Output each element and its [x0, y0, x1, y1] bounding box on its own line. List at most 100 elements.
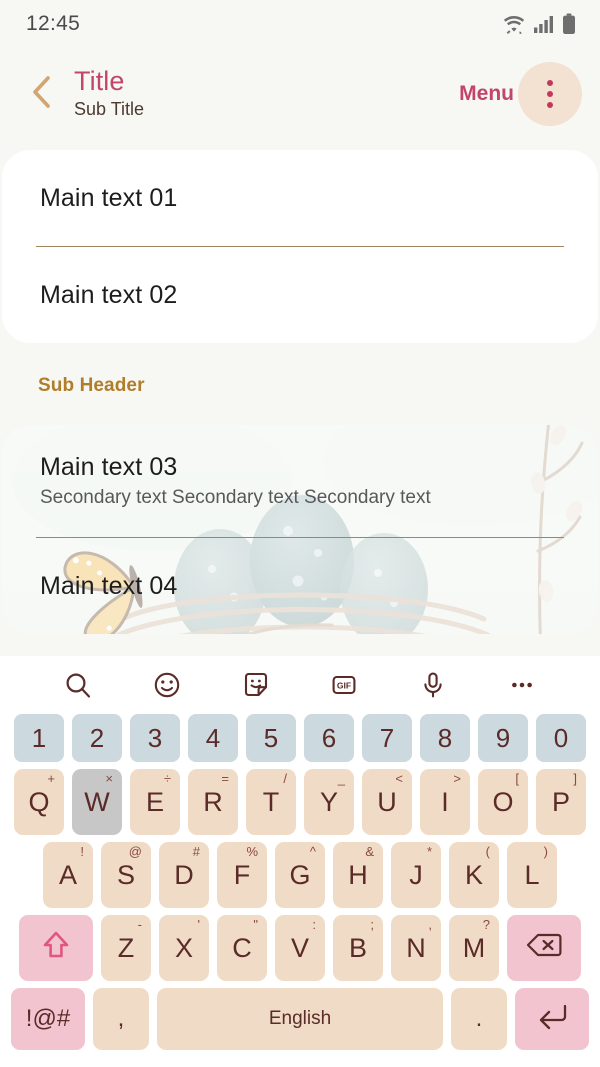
status-bar: 12:45 — [0, 0, 600, 48]
key-7[interactable]: 7 — [362, 714, 412, 762]
backspace-key[interactable] — [507, 915, 581, 981]
key-5[interactable]: 5 — [246, 714, 296, 762]
key-x[interactable]: ' X — [159, 915, 209, 981]
key-y-label: Y — [319, 786, 338, 817]
search-icon[interactable] — [34, 656, 123, 714]
key-9[interactable]: 9 — [478, 714, 528, 762]
key-8[interactable]: 8 — [420, 714, 470, 762]
key-f[interactable]: % F — [217, 842, 267, 908]
list-item-subtitle: Secondary text Secondary text Secondary … — [40, 487, 431, 509]
key-j-label: J — [409, 859, 423, 890]
key-v-symbol: : — [312, 917, 316, 932]
app-bar: Title Sub Title Menu — [0, 48, 600, 140]
key-a-label: A — [58, 859, 77, 890]
key-1[interactable]: 1 — [14, 714, 64, 762]
svg-text:GIF: GIF — [337, 681, 351, 691]
key-i-symbol: > — [453, 771, 461, 786]
key-c[interactable]: " C — [217, 915, 267, 981]
shift-arrow-up-icon — [39, 928, 73, 969]
keyboard-row-qwerty: + Q × W ÷ E = R / T _ Y < U > I [O] P — [5, 769, 595, 835]
keyboard-row-zxcv: - Z ' X " C : V ; B , N ? M — [5, 915, 595, 981]
key-m-symbol: ? — [482, 917, 490, 932]
period-key[interactable]: . — [451, 988, 507, 1050]
key-o[interactable]: [ O — [478, 769, 528, 835]
overflow-menu-button[interactable] — [518, 62, 582, 126]
key-d-symbol: # — [192, 844, 200, 859]
emoji-icon[interactable] — [123, 656, 212, 714]
key-u-label: U — [377, 786, 397, 817]
key-p-label: P — [551, 786, 570, 817]
key-q[interactable]: + Q — [14, 769, 64, 835]
list-item-title: Main text 03 — [40, 453, 178, 482]
key-y-symbol: _ — [337, 771, 345, 786]
key-d[interactable]: # D — [159, 842, 209, 908]
key-a-symbol: ! — [80, 844, 84, 859]
key-6[interactable]: 6 — [304, 714, 354, 762]
battery-icon — [562, 13, 576, 35]
list-item[interactable]: Main text 01 — [2, 150, 598, 246]
enter-key[interactable] — [515, 988, 589, 1050]
key-z-label: Z — [117, 932, 135, 963]
key-e-label: E — [145, 786, 164, 817]
space-key[interactable]: English — [157, 988, 443, 1050]
key-v-label: V — [290, 932, 309, 963]
cellular-signal-icon — [533, 14, 555, 34]
key-i[interactable]: > I — [420, 769, 470, 835]
key-r[interactable]: = R — [188, 769, 238, 835]
comma-key[interactable]: , — [93, 988, 149, 1050]
list-item[interactable]: Main text 04 — [2, 538, 598, 634]
shift-key[interactable] — [19, 915, 93, 981]
key-2[interactable]: 2 — [72, 714, 122, 762]
list-item[interactable]: Main text 02 — [2, 247, 598, 343]
app-bar-actions: Menu — [459, 62, 582, 126]
key-u[interactable]: < U — [362, 769, 412, 835]
key-l[interactable]: ) L — [507, 842, 557, 908]
key-c-label: C — [232, 932, 252, 963]
card-two: Main text 03 Secondary text Secondary te… — [2, 425, 598, 634]
more-vertical-icon — [547, 80, 553, 108]
key-j[interactable]: * J — [391, 842, 441, 908]
key-k[interactable]: ( K — [449, 842, 499, 908]
sub-header: Sub Header — [38, 375, 145, 396]
list-item-title: Main text 02 — [40, 281, 178, 309]
key-m[interactable]: ? M — [449, 915, 499, 981]
key-h[interactable]: & H — [333, 842, 383, 908]
enter-return-icon — [534, 1001, 570, 1038]
app-bar-titles: Title Sub Title — [74, 67, 144, 121]
sticker-icon[interactable] — [211, 656, 300, 714]
key-e[interactable]: ÷ E — [130, 769, 180, 835]
key-g[interactable]: ^ G — [275, 842, 325, 908]
key-v[interactable]: : V — [275, 915, 325, 981]
key-n[interactable]: , N — [391, 915, 441, 981]
key-u-symbol: < — [395, 771, 403, 786]
menu-button[interactable]: Menu — [459, 82, 514, 106]
key-r-label: R — [203, 786, 223, 817]
key-x-label: X — [174, 932, 193, 963]
back-button[interactable] — [22, 71, 62, 117]
key-0[interactable]: 0 — [536, 714, 586, 762]
keyboard-toolbar: GIF — [0, 656, 600, 714]
more-horizontal-icon[interactable] — [477, 656, 566, 714]
key-t-symbol: / — [283, 771, 287, 786]
key-y[interactable]: _ Y — [304, 769, 354, 835]
key-p-symbol: ] — [573, 771, 577, 786]
key-c-symbol: " — [253, 917, 258, 932]
key-q-symbol: + — [47, 771, 55, 786]
key-r-symbol: = — [221, 771, 229, 786]
key-3[interactable]: 3 — [130, 714, 180, 762]
key-t[interactable]: / T — [246, 769, 296, 835]
microphone-icon[interactable] — [389, 656, 478, 714]
gif-icon[interactable]: GIF — [300, 656, 389, 714]
symbols-key[interactable]: !@# — [11, 988, 85, 1050]
key-s[interactable]: @ S — [101, 842, 151, 908]
key-4[interactable]: 4 — [188, 714, 238, 762]
key-a[interactable]: ! A — [43, 842, 93, 908]
keyboard-row-numbers: 1 2 3 4 5 6 7 8 9 0 — [5, 714, 595, 762]
key-s-label: S — [116, 859, 135, 890]
key-z[interactable]: - Z — [101, 915, 151, 981]
key-p[interactable]: ] P — [536, 769, 586, 835]
key-n-label: N — [406, 932, 426, 963]
list-item[interactable]: Main text 03 Secondary text Secondary te… — [2, 425, 598, 537]
key-b[interactable]: ; B — [333, 915, 383, 981]
key-w[interactable]: × W — [72, 769, 122, 835]
